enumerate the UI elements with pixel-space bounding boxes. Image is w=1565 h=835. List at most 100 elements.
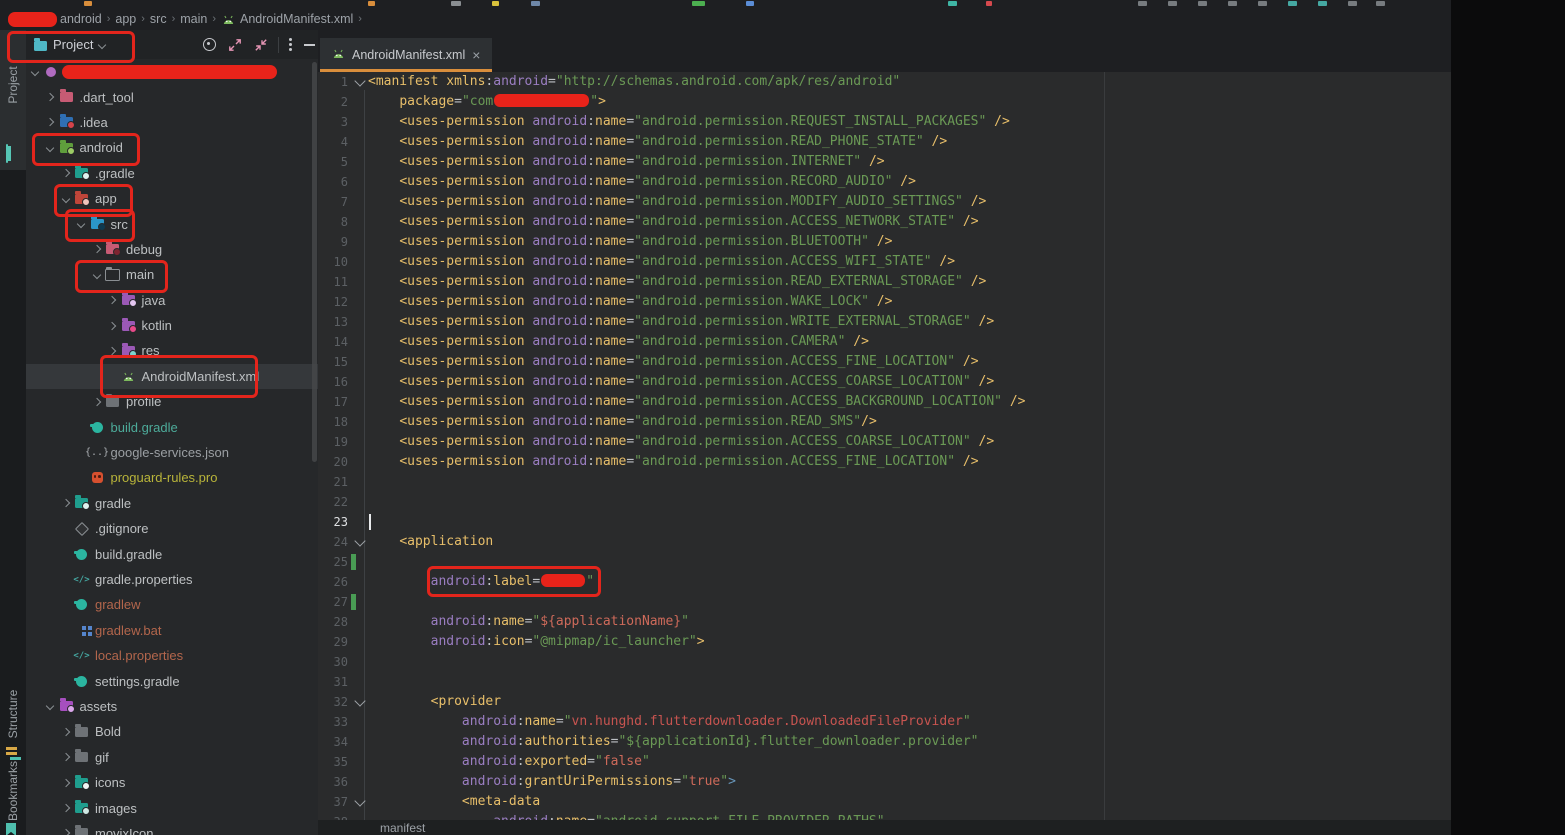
chevron-right-icon[interactable]	[59, 500, 72, 506]
chevron-down-icon[interactable]	[75, 221, 88, 227]
code-line-25[interactable]	[368, 552, 1451, 572]
code-line-37[interactable]: <meta-data	[368, 792, 1451, 812]
chevron-right-icon[interactable]	[59, 830, 72, 835]
toolwindow-tab-bookmarks[interactable]: Bookmarks	[0, 763, 26, 835]
tree-item-gradlew-bat[interactable]: gradlew.bat	[26, 618, 318, 643]
code-line-21[interactable]	[368, 472, 1451, 492]
code-line-38[interactable]: android:name="android.support.FILE_PROVI…	[368, 812, 1451, 820]
tree-item-gradle-properties[interactable]: </>gradle.properties	[26, 567, 318, 592]
breadcrumb-item-src[interactable]: src	[150, 12, 167, 26]
code-line-24[interactable]: <application	[368, 532, 1451, 552]
tree-item-assets[interactable]: assets	[26, 694, 318, 719]
breadcrumb-manifest[interactable]: manifest	[380, 821, 425, 835]
code-line-18[interactable]: <uses-permission android:name="android.p…	[368, 412, 1451, 432]
expand-all-icon[interactable]	[228, 38, 242, 52]
chevron-down-icon[interactable]	[44, 145, 57, 151]
chevron-right-icon[interactable]	[90, 399, 103, 405]
breadcrumb-item-app[interactable]: app	[115, 12, 136, 26]
tree-item-profile[interactable]: profile	[26, 389, 318, 414]
tree-item-res[interactable]: res	[26, 338, 318, 363]
code-line-4[interactable]: <uses-permission android:name="android.p…	[368, 132, 1451, 152]
tree-item-gradlew[interactable]: gradlew	[26, 592, 318, 617]
code-line-31[interactable]	[368, 672, 1451, 692]
breadcrumb-item-file[interactable]: AndroidManifest.xml	[240, 12, 353, 26]
code-line-3[interactable]: <uses-permission android:name="android.p…	[368, 112, 1451, 132]
breadcrumb-item-main[interactable]: main	[180, 12, 207, 26]
code-line-35[interactable]: android:exported="false"	[368, 752, 1451, 772]
tree-item-images[interactable]: images	[26, 795, 318, 820]
tree-item--gitignore[interactable]: .gitignore	[26, 516, 318, 541]
code-line-17[interactable]: <uses-permission android:name="android.p…	[368, 392, 1451, 412]
chevron-right-icon[interactable]	[59, 754, 72, 760]
code-line-13[interactable]: <uses-permission android:name="android.p…	[368, 312, 1451, 332]
collapse-all-icon[interactable]	[254, 38, 268, 52]
chevron-right-icon[interactable]	[59, 729, 72, 735]
tree-item-androidmanifest-xml[interactable]: AndroidManifest.xml	[26, 364, 318, 389]
code-line-28[interactable]: android:name="${applicationName}"	[368, 612, 1451, 632]
chevron-right-icon[interactable]	[59, 805, 72, 811]
code-line-15[interactable]: <uses-permission android:name="android.p…	[368, 352, 1451, 372]
close-icon[interactable]: ×	[472, 50, 480, 60]
more-options-icon[interactable]	[289, 43, 292, 46]
tree-scrollbar[interactable]	[312, 62, 317, 462]
chevron-down-icon[interactable]	[28, 69, 41, 75]
chevron-right-icon[interactable]	[106, 297, 119, 303]
chevron-right-icon[interactable]	[44, 94, 57, 100]
code-line-34[interactable]: android:authorities="${applicationId}.fl…	[368, 732, 1451, 752]
tree-item-proguard-rules-pro[interactable]: proguard-rules.pro	[26, 465, 318, 490]
tree-item--gradle[interactable]: .gradle	[26, 161, 318, 186]
tree-item-google-services-json[interactable]: {..}google-services.json	[26, 440, 318, 465]
hide-panel-icon[interactable]	[304, 44, 315, 46]
code-line-32[interactable]: <provider	[368, 692, 1451, 712]
code-line-22[interactable]	[368, 492, 1451, 512]
code-line-36[interactable]: android:grantUriPermissions="true">	[368, 772, 1451, 792]
code-line-29[interactable]: android:icon="@mipmap/ic_launcher">	[368, 632, 1451, 652]
tree-item-build-gradle[interactable]: build.gradle	[26, 414, 318, 439]
tree-item-settings-gradle[interactable]: settings.gradle	[26, 668, 318, 693]
locate-icon[interactable]	[203, 38, 216, 51]
tree-item-gif[interactable]: gif	[26, 745, 318, 770]
tree-item-java[interactable]: java	[26, 288, 318, 313]
tree-item-local-properties[interactable]: </>local.properties	[26, 643, 318, 668]
breadcrumb-item-android[interactable]: android	[60, 12, 102, 26]
tree-item-project-root[interactable]	[26, 59, 318, 84]
code-line-8[interactable]: <uses-permission android:name="android.p…	[368, 212, 1451, 232]
code-line-1[interactable]: <manifest xmlns:android="http://schemas.…	[368, 72, 1451, 92]
editor-body[interactable]: 1234567891011121314151617181920212223242…	[318, 72, 1451, 820]
tree-item-movixicon[interactable]: movixIcon	[26, 821, 318, 835]
code-line-27[interactable]	[368, 592, 1451, 612]
chevron-right-icon[interactable]	[59, 780, 72, 786]
chevron-right-icon[interactable]	[106, 348, 119, 354]
code-line-11[interactable]: <uses-permission android:name="android.p…	[368, 272, 1451, 292]
code-line-5[interactable]: <uses-permission android:name="android.p…	[368, 152, 1451, 172]
code-line-30[interactable]	[368, 652, 1451, 672]
chevron-right-icon[interactable]	[106, 323, 119, 329]
code-line-6[interactable]: <uses-permission android:name="android.p…	[368, 172, 1451, 192]
code-line-23[interactable]	[368, 512, 1451, 532]
chevron-down-icon[interactable]	[90, 272, 103, 278]
tree-item-kotlin[interactable]: kotlin	[26, 313, 318, 338]
chevron-right-icon[interactable]	[90, 246, 103, 252]
tab-androidmanifest[interactable]: AndroidManifest.xml ×	[320, 38, 492, 72]
code-line-2[interactable]: package="com">	[368, 92, 1451, 112]
code-line-14[interactable]: <uses-permission android:name="android.p…	[368, 332, 1451, 352]
tree-item-gradle[interactable]: gradle	[26, 491, 318, 516]
fold-marker-icon[interactable]	[354, 75, 365, 86]
tree-item-icons[interactable]: icons	[26, 770, 318, 795]
tree-item-debug[interactable]: debug	[26, 237, 318, 262]
code-line-7[interactable]: <uses-permission android:name="android.p…	[368, 192, 1451, 212]
tree-item-src[interactable]: src	[26, 211, 318, 236]
tree-item-bold[interactable]: Bold	[26, 719, 318, 744]
toolwindow-tab-project[interactable]: Project	[0, 30, 26, 170]
code-line-10[interactable]: <uses-permission android:name="android.p…	[368, 252, 1451, 272]
tree-item-build-gradle[interactable]: build.gradle	[26, 541, 318, 566]
code-line-9[interactable]: <uses-permission android:name="android.p…	[368, 232, 1451, 252]
tree-item--dart-tool[interactable]: .dart_tool	[26, 84, 318, 109]
chevron-down-icon[interactable]	[44, 703, 57, 709]
chevron-right-icon[interactable]	[59, 170, 72, 176]
chevron-right-icon[interactable]	[44, 119, 57, 125]
tree-item-android[interactable]: android	[26, 135, 318, 160]
code-line-33[interactable]: android:name="vn.hunghd.flutterdownloade…	[368, 712, 1451, 732]
code-line-12[interactable]: <uses-permission android:name="android.p…	[368, 292, 1451, 312]
code-line-20[interactable]: <uses-permission android:name="android.p…	[368, 452, 1451, 472]
